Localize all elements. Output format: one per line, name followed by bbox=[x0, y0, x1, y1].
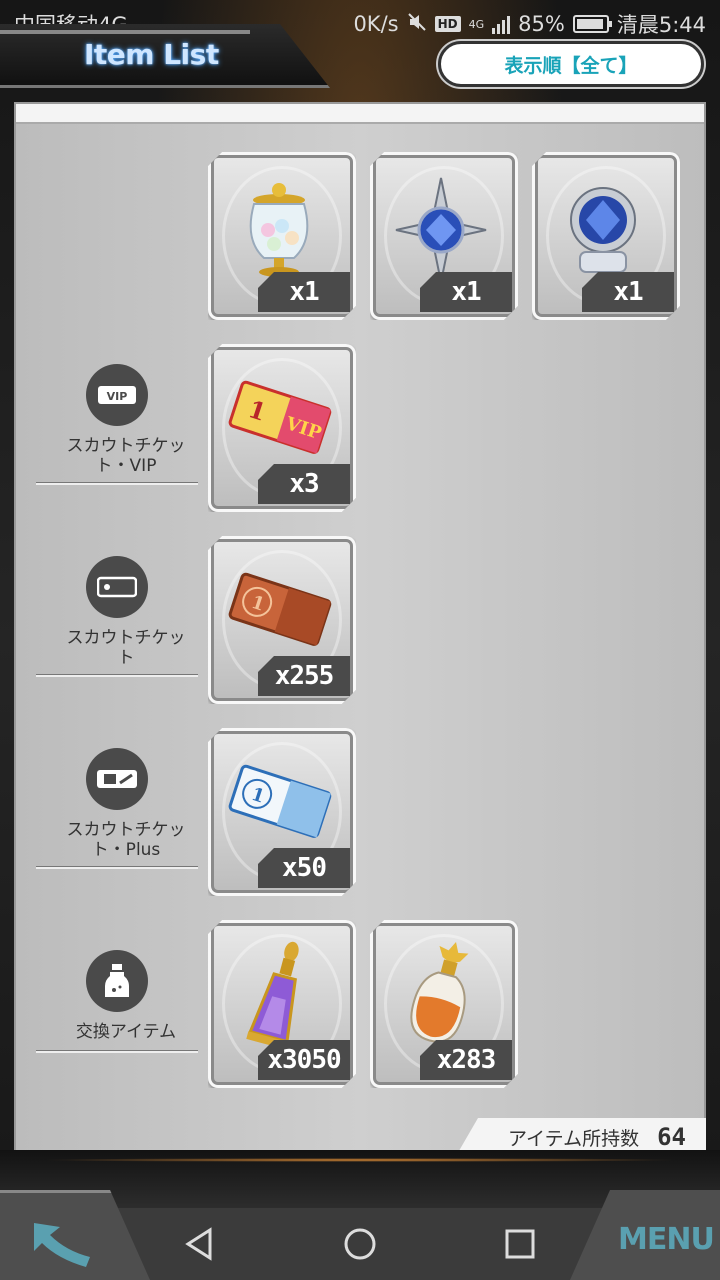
item-row: スカウトチケッ ト・Plus 1 x50 bbox=[16, 728, 708, 908]
item-quantity: x1 bbox=[420, 272, 512, 312]
item-row: スカウトチケット 1 x255 bbox=[16, 536, 708, 716]
battery-percent: 85% bbox=[518, 12, 565, 36]
item-row: 交換アイテム x3050 x283 bbox=[16, 920, 708, 1100]
mute-icon bbox=[407, 12, 427, 37]
item-card[interactable]: x283 bbox=[370, 920, 518, 1088]
category-divider bbox=[36, 866, 198, 869]
item-count-label: アイテム所持数 bbox=[507, 1127, 640, 1150]
item-card[interactable]: x1 bbox=[208, 152, 356, 320]
item-quantity: x3 bbox=[258, 464, 350, 504]
category-divider bbox=[36, 482, 198, 485]
item-quantity: x1 bbox=[582, 272, 674, 312]
bottle-icon bbox=[86, 950, 148, 1012]
category-label: スカウトチケッ ト・Plus bbox=[66, 820, 186, 860]
panel-top-bar bbox=[16, 104, 704, 124]
svg-text:VIP: VIP bbox=[107, 390, 128, 403]
signal-icon bbox=[492, 14, 511, 34]
category-label: スカウトチケット bbox=[66, 628, 186, 668]
item-card[interactable]: 1 x255 bbox=[208, 536, 356, 704]
item-row: VIP スカウトチケッ ト・VIP 1 VIP x3 bbox=[16, 344, 708, 524]
hd-icon: HD bbox=[434, 16, 461, 32]
ticket-icon bbox=[86, 556, 148, 618]
category-divider bbox=[36, 1050, 198, 1053]
item-row: x1 x1 x1 bbox=[16, 152, 708, 332]
clock: 清晨5:44 bbox=[616, 13, 706, 37]
item-quantity: x1 bbox=[258, 272, 350, 312]
item-card[interactable]: 1 VIP x3 bbox=[208, 344, 356, 512]
item-quantity: x283 bbox=[420, 1040, 512, 1080]
item-card[interactable]: 1 x50 bbox=[208, 728, 356, 896]
item-quantity: x50 bbox=[258, 848, 350, 888]
item-card[interactable]: x1 bbox=[370, 152, 518, 320]
network-speed: 0K/s bbox=[353, 12, 399, 36]
nav-home-icon[interactable] bbox=[342, 1226, 378, 1262]
item-list-panel: x1 x1 x1 VIP スカウトチケット・VIP 1 VIP x3 スカウトチ… bbox=[14, 102, 706, 1156]
item-card[interactable]: x1 bbox=[532, 152, 680, 320]
item-quantity: x3050 bbox=[258, 1040, 350, 1080]
nav-back-icon[interactable] bbox=[182, 1226, 218, 1262]
item-card[interactable]: x3050 bbox=[208, 920, 356, 1088]
category-label: 交換アイテム bbox=[75, 1022, 177, 1042]
nav-recents-icon[interactable] bbox=[502, 1226, 538, 1262]
page-title: Item List bbox=[84, 38, 219, 71]
vip-ticket-icon: VIP bbox=[86, 364, 148, 426]
category-label: スカウトチケッ ト・VIP bbox=[66, 436, 186, 476]
sort-order-button[interactable]: 表示順【全て】 bbox=[438, 41, 704, 87]
battery-icon bbox=[572, 15, 612, 33]
item-quantity: x255 bbox=[258, 656, 350, 696]
menu-button[interactable]: MENU bbox=[618, 1222, 715, 1257]
category-divider bbox=[36, 674, 198, 677]
item-count-value: 64 bbox=[657, 1123, 686, 1151]
plus-ticket-icon bbox=[86, 748, 148, 810]
network-type: 4G bbox=[468, 17, 485, 31]
back-arrow-icon bbox=[34, 1223, 90, 1267]
